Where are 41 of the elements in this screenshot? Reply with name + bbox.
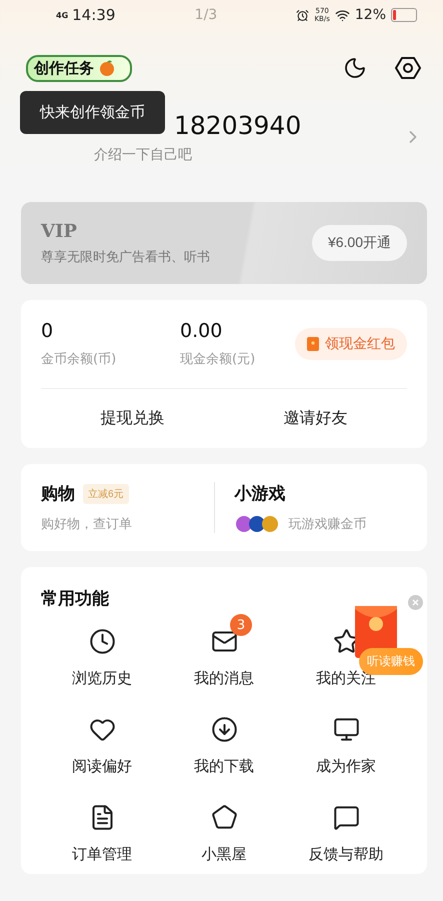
- function-item[interactable]: 阅读偏好: [52, 702, 152, 776]
- function-item[interactable]: 成为作家: [296, 702, 396, 776]
- settings-icon[interactable]: [395, 55, 421, 81]
- vip-subtitle: 尊享无限时免广告看书、听书: [41, 248, 211, 266]
- download-icon: [210, 716, 238, 743]
- user-name: 18203940: [174, 110, 302, 140]
- user-bio: 介绍一下自己吧: [94, 146, 193, 164]
- function-item[interactable]: 我的下载: [174, 702, 274, 776]
- section-title: 常用功能: [41, 589, 109, 609]
- clock-icon: [88, 628, 116, 655]
- function-item[interactable]: 小黑屋: [182, 790, 266, 864]
- vip-open-button[interactable]: ¥6.00开通: [312, 225, 407, 261]
- pentagon-icon: [210, 804, 238, 831]
- wifi-icon: [334, 8, 350, 22]
- fruit-icon: [98, 59, 116, 77]
- shop-entry[interactable]: 购物 立减6元 购好物，查订单: [41, 482, 214, 533]
- wallet-action[interactable]: 提现兑换: [41, 389, 224, 448]
- balance-value: 0: [41, 320, 54, 342]
- balance-label: 金币余额(币): [41, 351, 118, 368]
- balance-label: 现金余额(元): [180, 351, 256, 368]
- alarm-icon: [296, 8, 310, 22]
- packet-icon: [307, 337, 319, 351]
- clock-time: 14:39: [72, 6, 116, 24]
- wallet-action[interactable]: 邀请好友: [224, 389, 407, 448]
- function-item[interactable]: 订单管理: [52, 790, 152, 864]
- page-indicator: 1/3: [194, 7, 218, 23]
- chat-icon: [332, 804, 360, 831]
- function-item[interactable]: 浏览历史: [52, 614, 152, 688]
- network-label: 4G: [56, 10, 68, 20]
- battery-icon: [391, 8, 417, 22]
- discount-tag: 立减6元: [83, 484, 129, 504]
- games-entry[interactable]: 小游戏 玩游戏赚金币: [214, 482, 407, 533]
- tooltip: 快来创作领金币: [20, 90, 165, 134]
- task-badge[interactable]: 创作任务: [26, 54, 132, 82]
- moon-icon[interactable]: [343, 56, 367, 80]
- monitor-icon: [332, 716, 360, 743]
- battery-percent: 12%: [354, 7, 386, 23]
- balance-value: 0.00: [180, 320, 224, 342]
- vip-title: VIP: [41, 220, 78, 242]
- count-badge: 3: [230, 614, 252, 636]
- function-item[interactable]: 反馈与帮助: [288, 790, 404, 864]
